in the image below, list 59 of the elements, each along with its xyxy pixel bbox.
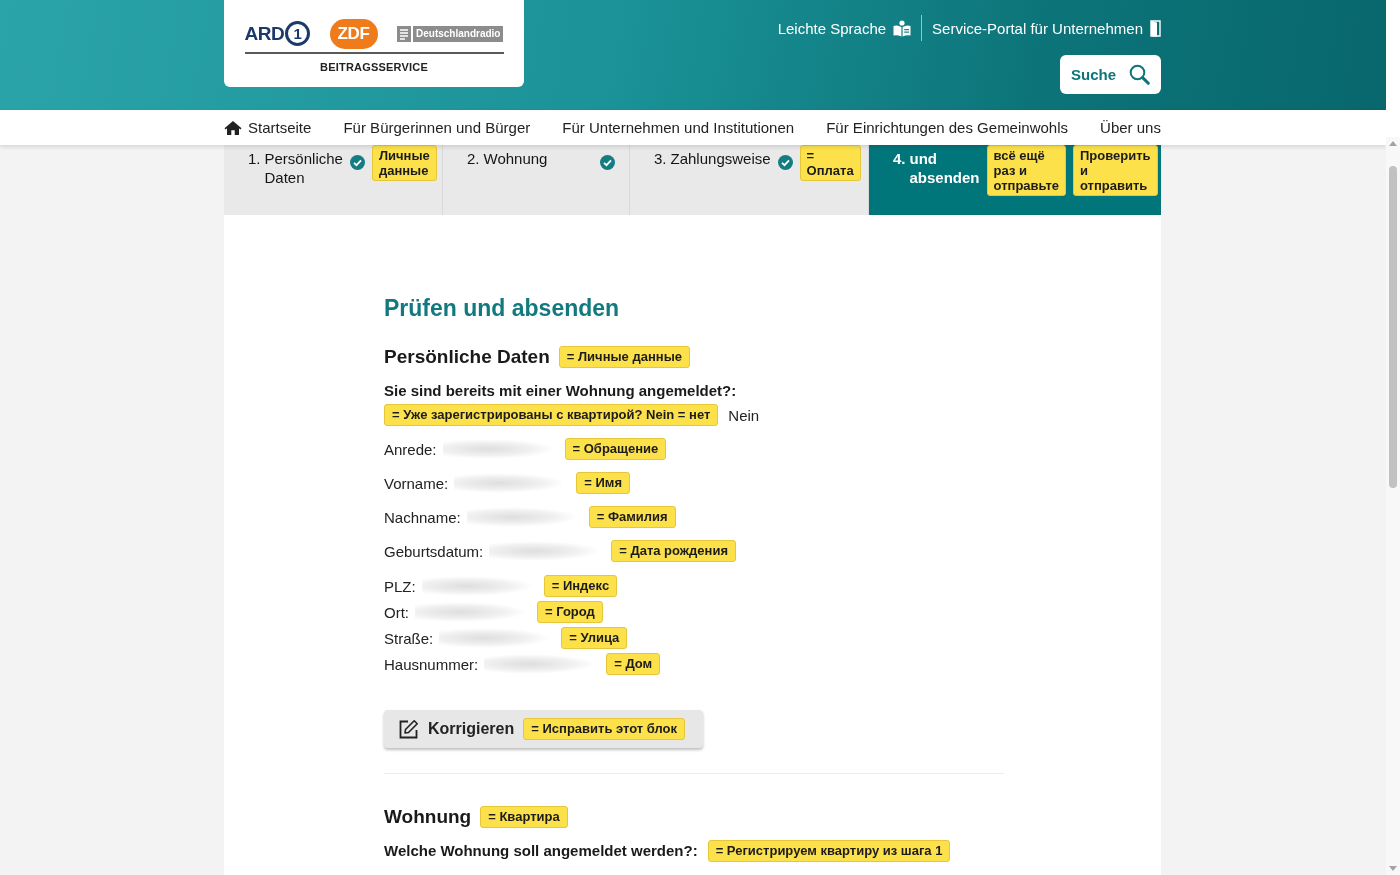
translation-note: = Дом — [606, 653, 661, 675]
translation-note: = Фамилия — [588, 506, 676, 528]
translation-note: = Город — [537, 601, 603, 623]
translation-note: = Индекс — [543, 575, 618, 597]
question-label: Sie sind bereits mit einer Wohnung angemeldet?: — [384, 381, 737, 401]
translation-note: = Личные данные — [558, 346, 690, 368]
scroll-down-arrow-icon[interactable] — [1389, 866, 1397, 871]
header-link[interactable]: Leichte Sprache — [777, 19, 912, 37]
step-tab[interactable]: 3. Zahlungsweise = Оплата — [630, 145, 869, 215]
field-label: PLZ: — [384, 577, 416, 595]
page-title: Prüfen und absenden — [384, 294, 621, 322]
scrollbar-thumb[interactable] — [1389, 166, 1397, 488]
nav-link[interactable]: Startseite — [224, 119, 312, 136]
translation-note: = Улица — [561, 627, 628, 649]
ard-wordmark: ARD — [244, 22, 285, 45]
answer-value: Nein — [728, 406, 760, 424]
translation-note: = Оплата — [799, 145, 861, 181]
ard-one-mark: 1 — [285, 21, 311, 46]
translation-note: = Дата рождения — [611, 540, 736, 562]
field-label: Straße: — [384, 629, 434, 647]
search-icon — [1129, 64, 1150, 85]
deutschlandradio-wordmark: Deutschlandradio — [413, 25, 504, 42]
book-icon — [893, 19, 912, 37]
logo-card[interactable]: ARD 1 ZDF Deutschlandradio BEITRAGSSERVICE — [224, 0, 524, 87]
translation-note: всё ещё раз и отправьте — [986, 145, 1066, 196]
scroll-up-arrow-icon[interactable] — [1389, 141, 1397, 146]
translation-note: Личные данные — [371, 145, 437, 181]
step-tab[interactable]: 2. Wohnung — [443, 145, 630, 215]
field-label: Geburtsdatum: — [384, 542, 484, 560]
search-button[interactable]: Suche — [1060, 55, 1161, 94]
door-icon — [1150, 19, 1161, 37]
translation-note: = Исправить этот блок — [523, 718, 686, 740]
section-title: Wohnung — [384, 805, 472, 829]
header-link[interactable]: Service-Portal für Unternehmen — [932, 19, 1161, 37]
field-label: Nachname: — [384, 508, 461, 526]
section-title: Persönliche Daten — [384, 345, 550, 369]
nav-link[interactable]: Für Unternehmen und Institutionen — [562, 119, 795, 136]
home-icon — [224, 119, 242, 136]
translation-note: = Квартира — [480, 806, 568, 828]
translation-note: = Уже зарегистрированы с квартирой? Nein = нет — [384, 404, 719, 426]
service-wordmark: BEITRAGSSERVICE — [320, 61, 428, 73]
field-label: Vorname: — [384, 474, 449, 492]
question-label: Welche Wohnung soll angemeldet werden?: — [384, 841, 698, 861]
field-label: Hausnummer: — [384, 655, 479, 673]
translation-note: = Имя — [576, 472, 630, 494]
zdf-logo: ZDF — [329, 18, 378, 49]
edit-icon — [398, 718, 419, 740]
field-label: Anrede: — [384, 440, 437, 458]
translation-note: = Регистрируем квартиру из шага 1 — [707, 840, 951, 862]
scrollbar[interactable] — [1386, 137, 1400, 875]
step-tab[interactable]: 1. Persönliche Daten Личные данные — [224, 145, 443, 215]
translation-note: = Обращение — [564, 438, 667, 460]
edit-button[interactable]: Korrigieren = Исправить этот блок — [384, 710, 704, 748]
nav-link[interactable]: Für Bürgerinnen und Bürger — [343, 119, 531, 136]
lines-icon — [397, 25, 411, 42]
translation-note: Проверить и отправить — [1073, 145, 1158, 196]
nav-link[interactable]: Über uns — [1100, 119, 1161, 136]
nav-link[interactable]: Für Einrichtungen des Gemeinwohls — [826, 119, 1068, 136]
field-label: Ort: — [384, 603, 409, 621]
